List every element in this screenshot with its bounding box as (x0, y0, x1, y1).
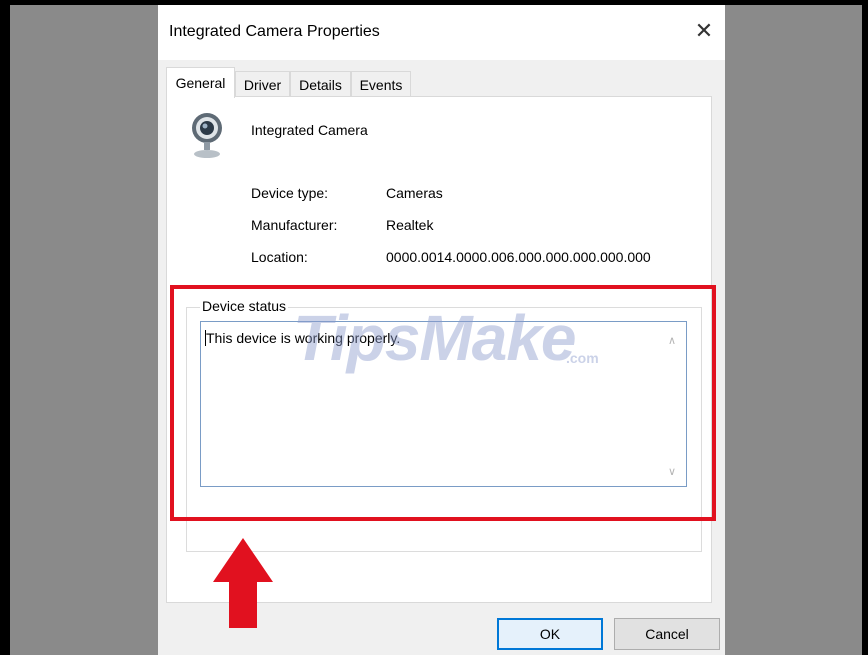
device-name: Integrated Camera (251, 122, 368, 138)
image-border-left (0, 0, 10, 655)
webcam-icon (192, 113, 222, 158)
title-bar: Integrated Camera Properties ✕ (158, 5, 725, 60)
highlight-annotation-box (170, 285, 716, 521)
screenshot-frame: Integrated Camera Properties ✕ General D… (0, 0, 868, 655)
tab-label: Details (299, 76, 342, 93)
manufacturer-label: Manufacturer: (251, 217, 338, 233)
manufacturer-value: Realtek (386, 217, 434, 233)
tab-label: Driver (243, 76, 282, 93)
location-label: Location: (251, 249, 308, 265)
close-icon: ✕ (694, 18, 714, 43)
device-type-label: Device type: (251, 185, 329, 201)
image-border-right (862, 0, 868, 655)
properties-dialog: Integrated Camera Properties ✕ General D… (158, 5, 725, 655)
backdrop-left (10, 5, 158, 655)
backdrop-right (725, 5, 862, 655)
cancel-button[interactable]: Cancel (614, 618, 720, 650)
ok-button[interactable]: OK (497, 618, 603, 650)
location-value: 0000.0014.0000.006.000.000.000.000.000 (386, 249, 651, 265)
tab-label: General (175, 75, 226, 91)
close-button[interactable]: ✕ (690, 17, 718, 45)
dialog-title: Integrated Camera Properties (169, 23, 380, 40)
device-type-value: Cameras (386, 185, 443, 201)
tab-label: Events (359, 76, 403, 93)
tab-details[interactable]: Details (290, 71, 351, 97)
red-arrow-up-icon (213, 538, 273, 628)
tab-driver[interactable]: Driver (235, 71, 290, 97)
tab-events[interactable]: Events (351, 71, 411, 97)
tab-general[interactable]: General (166, 67, 235, 98)
